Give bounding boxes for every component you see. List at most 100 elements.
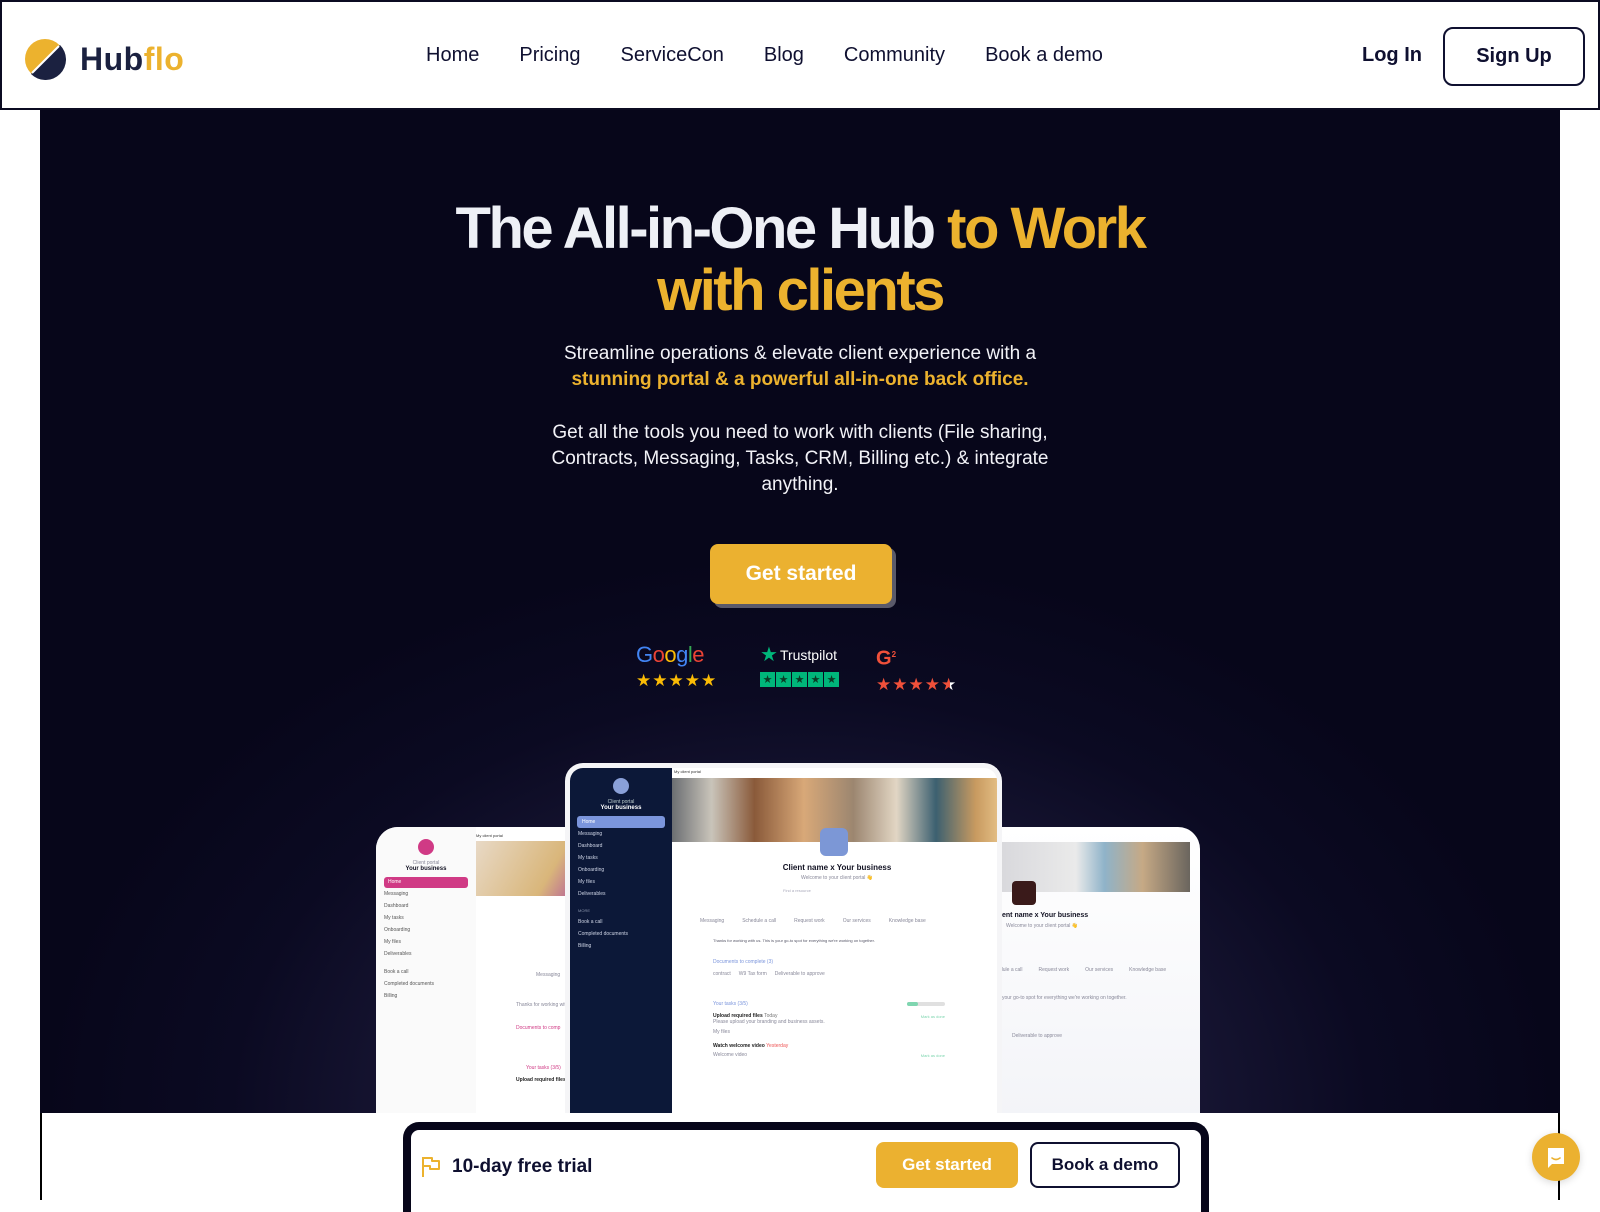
portal-intro: Thanks for working with us. This is your…	[708, 933, 953, 947]
portal-intro: your go-to spot for everything we're wor…	[1002, 995, 1127, 1001]
half-star-icon: ★	[941, 674, 957, 694]
star-icon: ★	[924, 674, 940, 694]
nav-community[interactable]: Community	[844, 44, 945, 67]
portal-welcome: Welcome to your client portal 👋	[1006, 923, 1078, 929]
action-item: Request work	[1038, 967, 1070, 973]
client-logo-icon	[820, 828, 848, 856]
sidebar-item: Onboarding	[578, 867, 605, 873]
action-request-work: Request work	[794, 918, 825, 924]
documents-title: Documents to comp	[516, 1025, 561, 1031]
task-desc: Please upload your branding and business…	[713, 1019, 825, 1025]
signup-button[interactable]: Sign Up	[1443, 27, 1585, 86]
hubflo-logo-icon	[25, 39, 66, 80]
bar-book-demo-button[interactable]: Book a demo	[1030, 1142, 1180, 1188]
rating-g2[interactable]: G2 ★ ★ ★ ★ ★	[876, 644, 956, 693]
documents-title: Documents to complete (3)	[713, 959, 774, 965]
sidebar-item: My tasks	[384, 915, 404, 921]
star-icon: ★	[824, 672, 839, 687]
task-file-chip: My files	[713, 1029, 730, 1035]
mockup-left-sidebar: Client portal Your business Home Messagi…	[376, 827, 476, 1113]
document-chip: contract	[713, 971, 731, 977]
star-icon: ★	[876, 674, 892, 694]
mockup-center-sidebar: Client portal Your business Home Messagi…	[570, 768, 672, 1113]
mockup-center: Client portal Your business Home Messagi…	[565, 763, 1002, 1113]
nav-book-demo[interactable]: Book a demo	[985, 44, 1103, 67]
hero-get-started-button[interactable]: Get started	[710, 544, 892, 604]
trial-label: 10-day free trial	[452, 1156, 593, 1177]
client-logo-icon	[1012, 881, 1036, 905]
sidebar-item: My files	[384, 939, 401, 945]
bar-get-started-button[interactable]: Get started	[876, 1142, 1018, 1188]
action-our-services: Our services	[842, 918, 871, 924]
tasks-title: Your tasks (3/5)	[526, 1065, 561, 1071]
sidebar-item: Book a call	[578, 919, 603, 925]
sidebar-item: Messaging	[578, 831, 603, 837]
hero-subtitle-plain: Streamline operations & elevate client e…	[563, 343, 1037, 364]
portal-heading: Client name x Your business	[782, 863, 892, 872]
sidebar-item-home: Home	[577, 816, 665, 828]
rating-google[interactable]: Google ★ ★ ★ ★ ★	[636, 642, 716, 690]
brand-name-part2: flo	[143, 40, 185, 77]
login-link[interactable]: Log In	[1362, 44, 1422, 67]
trustpilot-star-icon: ★	[760, 644, 778, 666]
nav-home[interactable]: Home	[426, 44, 479, 67]
action-messaging: Messaging	[536, 972, 561, 978]
nav-servicecon[interactable]: ServiceCon	[621, 44, 724, 67]
mockup-topbar: My client portal	[674, 769, 701, 774]
flag-icon	[422, 1157, 440, 1177]
sidebar-item: My files	[578, 879, 595, 885]
brand-name: Hubflo	[80, 41, 184, 78]
portal-logo-icon	[418, 839, 434, 855]
portal-heading: ent name x Your business	[1002, 912, 1089, 919]
star-icon: ★	[892, 674, 908, 694]
document-chip: W9 Tax form	[738, 971, 767, 977]
brand-logo[interactable]: Hubflo	[24, 38, 184, 80]
hero-description: Get all the tools you need to work with …	[551, 422, 1049, 495]
hero-section: The All-in-One Hub to Work with clients …	[40, 110, 1560, 1113]
g2-stars: ★ ★ ★ ★ ★	[876, 676, 956, 693]
action-item: dule a call	[1000, 967, 1023, 973]
sidebar-item: Deliverables	[578, 891, 606, 897]
tasks-progress-bar	[907, 1002, 945, 1006]
portal-search-input: Find a resource	[775, 886, 890, 896]
action-schedule-call: Schedule a call	[742, 918, 777, 924]
google-stars: ★ ★ ★ ★ ★	[636, 672, 716, 689]
brand-name-part1: Hub	[80, 40, 144, 77]
sidebar-item: My tasks	[578, 855, 598, 861]
sidebar-item: Completed documents	[578, 931, 629, 937]
chat-icon	[1548, 1148, 1564, 1168]
action-item: Our services	[1085, 967, 1114, 973]
quick-actions: Messaging Schedule a call Request work O…	[700, 918, 926, 924]
rating-trustpilot[interactable]: ★ Trustpilot ★ ★ ★ ★ ★	[760, 644, 840, 687]
chat-launcher-button[interactable]	[1532, 1133, 1580, 1181]
hero-title-yellow-1: to Work	[947, 196, 1147, 261]
sidebar-item: Onboarding	[384, 927, 411, 933]
task-title: Watch welcome video Yesterday	[713, 1043, 948, 1049]
mockup-topbar: My client portal	[476, 833, 503, 838]
hero-title: The All-in-One Hub to Work with clients	[40, 198, 1560, 322]
star-icon: ★	[808, 672, 823, 687]
star-icon: ★	[701, 671, 717, 690]
trial-info: 10-day free trial	[420, 1155, 592, 1179]
sidebar-item: Billing	[384, 993, 398, 999]
main-nav: Home Pricing ServiceCon Blog Community B…	[426, 44, 1143, 67]
g2-logo-icon: G2	[876, 647, 897, 670]
nav-pricing[interactable]: Pricing	[519, 44, 580, 67]
sidebar-item: Completed documents	[384, 981, 435, 987]
task-file-chip: Welcome video	[713, 1052, 748, 1058]
google-logo-icon: Google	[636, 642, 705, 667]
nav-blog[interactable]: Blog	[764, 44, 804, 67]
documents-card: Documents to complete (3) contract W9 Ta…	[708, 954, 953, 990]
top-navbar: Hubflo Home Pricing ServiceCon Blog Comm…	[0, 0, 1600, 110]
sidebar-item-home: Home	[384, 877, 468, 888]
star-icon: ★	[652, 671, 668, 690]
sidebar-section-label: MORE	[578, 907, 590, 913]
hero-title-yellow-2: with clients	[657, 258, 945, 323]
portal-logo-icon	[613, 778, 629, 794]
action-item: Knowledge base	[1129, 967, 1167, 973]
sidebar-item: Billing	[578, 943, 592, 949]
star-icon: ★	[908, 674, 924, 694]
action-messaging: Messaging	[700, 918, 725, 924]
sidebar-item: Dashboard	[578, 843, 603, 849]
portal-business: Your business	[600, 805, 642, 811]
